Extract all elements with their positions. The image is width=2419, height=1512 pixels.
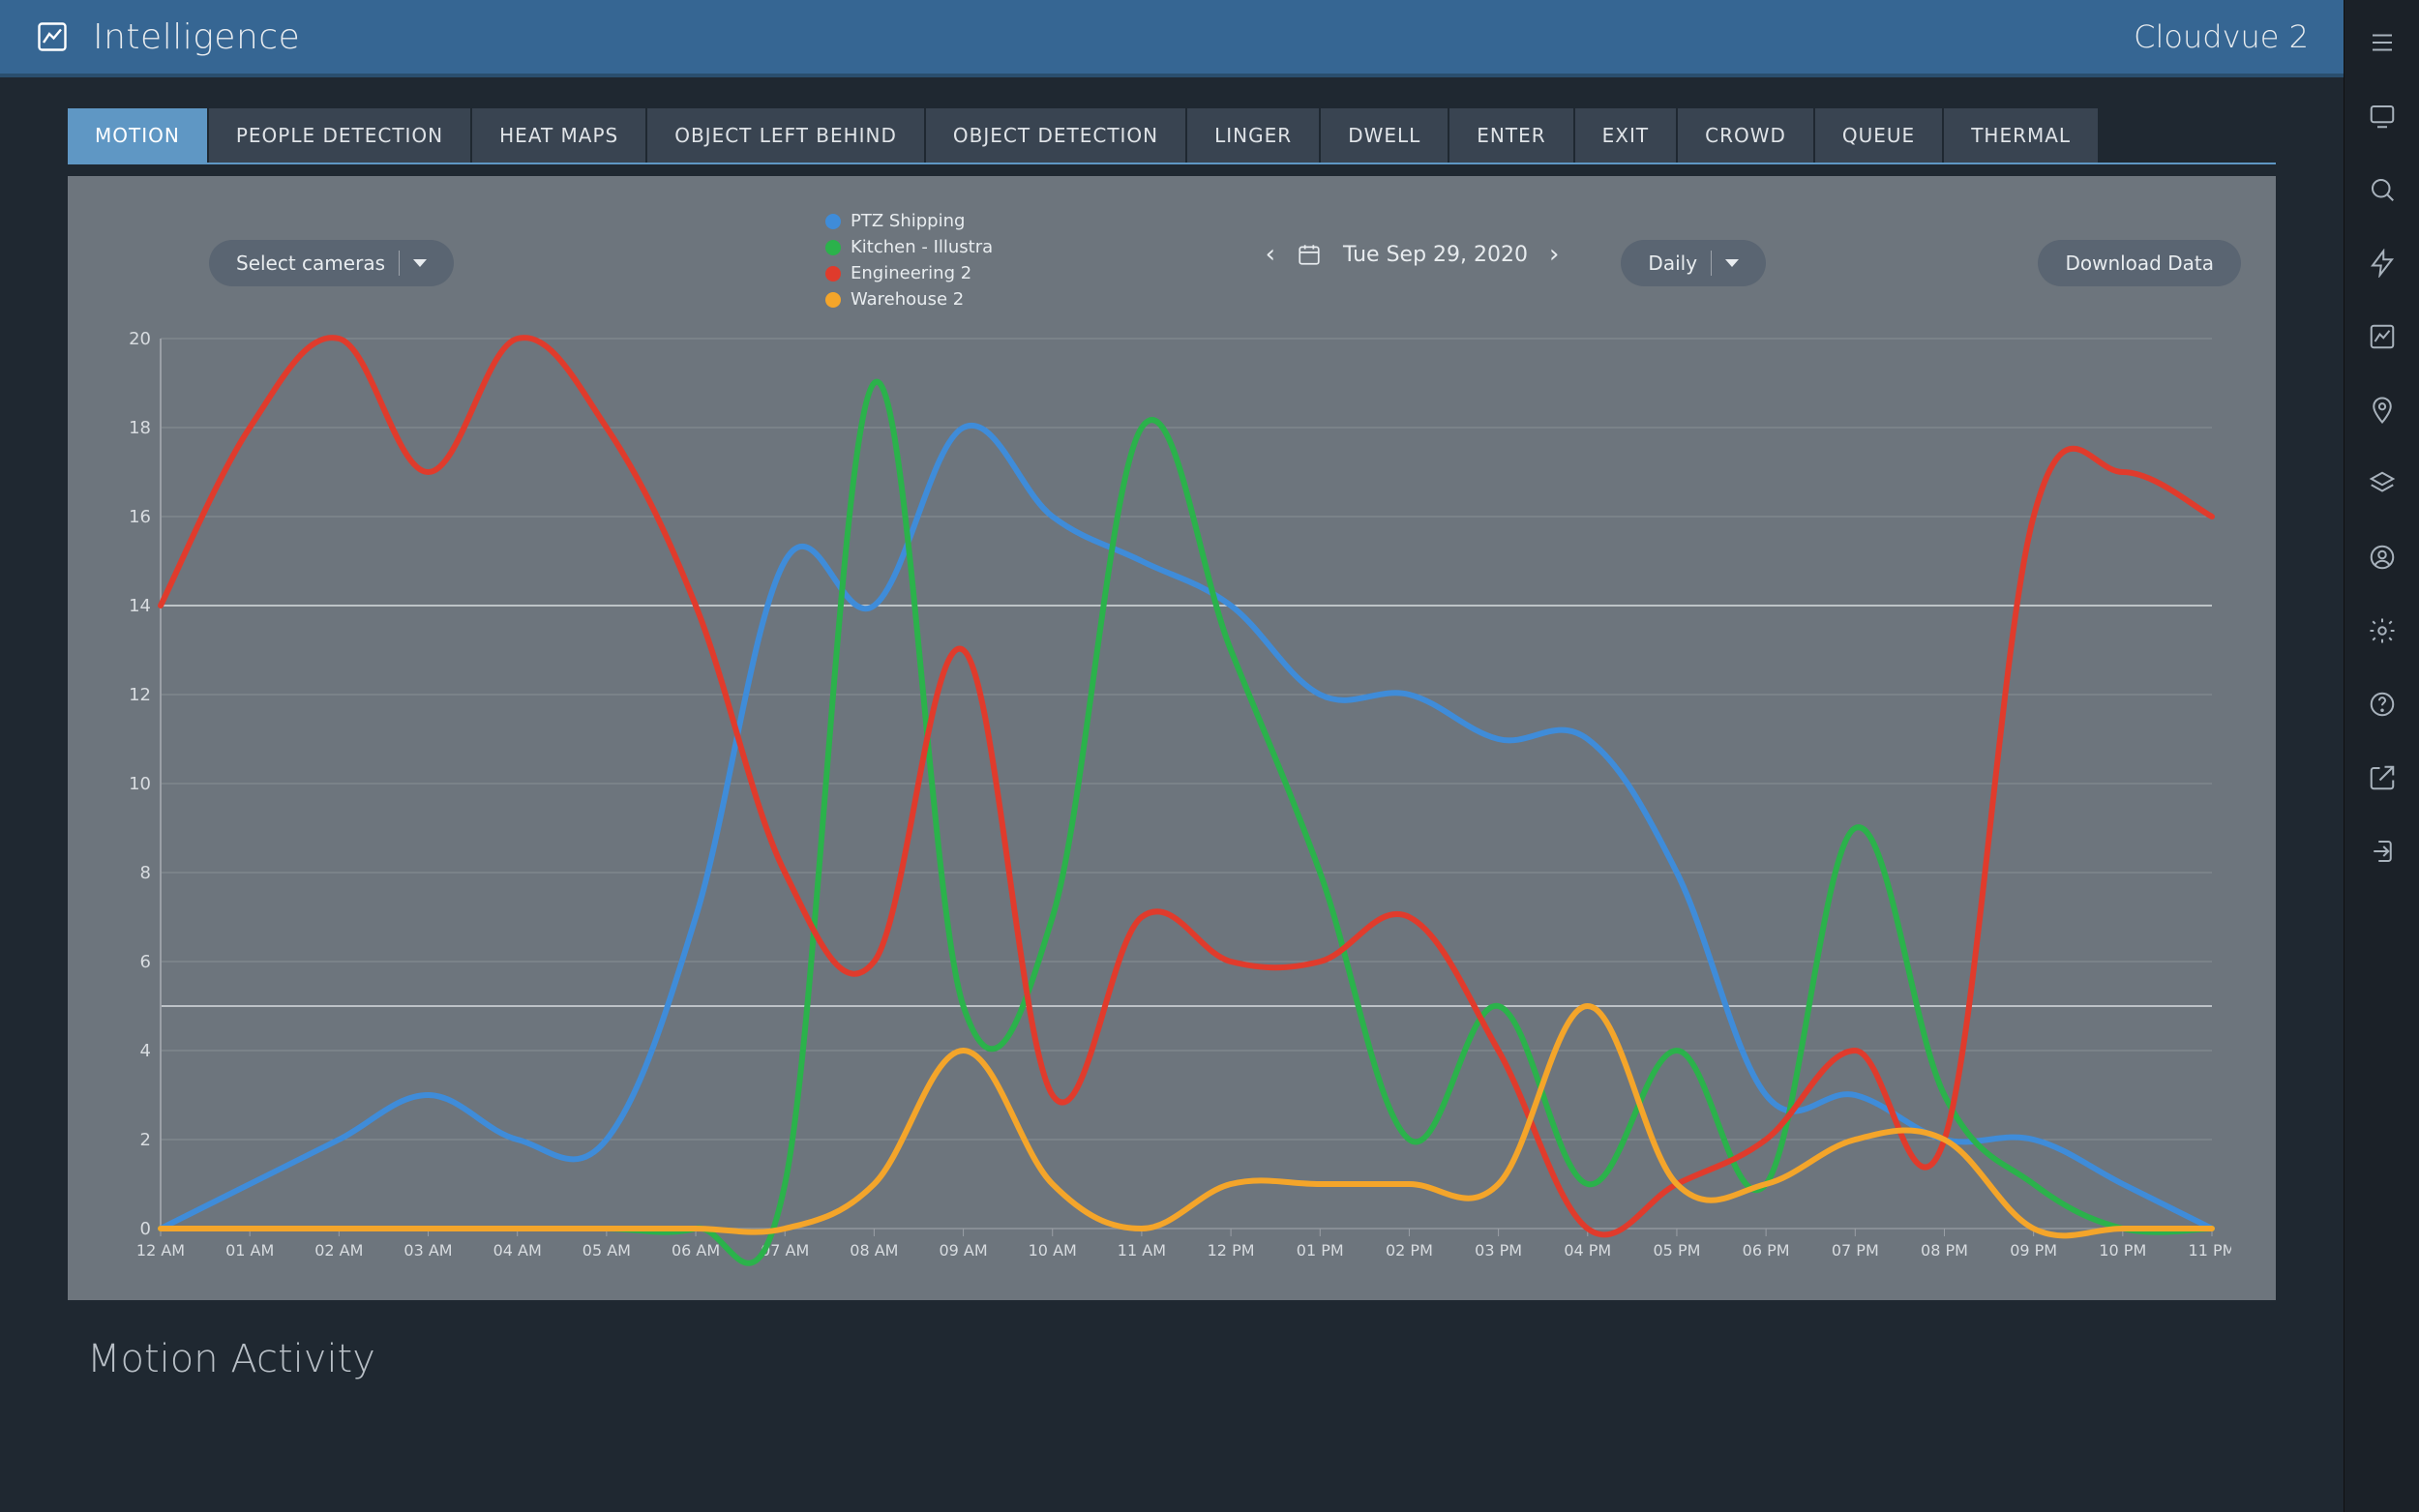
svg-text:12 PM: 12 PM (1208, 1241, 1255, 1260)
chart-panel: Select cameras PTZ Shipping Kitchen - Ill… (68, 176, 2276, 1300)
prev-date-button[interactable]: ‹ (1266, 240, 1275, 269)
range-button[interactable]: Daily (1621, 240, 1766, 286)
svg-text:09 PM: 09 PM (2010, 1241, 2057, 1260)
calendar-icon[interactable] (1297, 242, 1322, 267)
svg-text:16: 16 (129, 507, 151, 527)
svg-text:09 AM: 09 AM (939, 1241, 987, 1260)
tab-crowd[interactable]: CROWD (1678, 108, 1815, 163)
legend-item: Engineering 2 (825, 263, 993, 283)
download-data-label: Download Data (2065, 252, 2214, 275)
date-navigator: ‹ Tue Sep 29, 2020 › (1266, 240, 1560, 269)
svg-text:01 AM: 01 AM (225, 1241, 274, 1260)
tab-heat-maps[interactable]: HEAT MAPS (472, 108, 647, 163)
chart-icon[interactable] (2367, 321, 2398, 352)
svg-text:0: 0 (140, 1219, 151, 1239)
monitor-icon[interactable] (2367, 101, 2398, 132)
layers-icon[interactable] (2367, 468, 2398, 499)
brand-label: Cloudvue 2 (2134, 18, 2309, 55)
tab-thermal[interactable]: THERMAL (1944, 108, 2100, 163)
download-data-button[interactable]: Download Data (2038, 240, 2241, 286)
range-label: Daily (1648, 252, 1697, 275)
legend-swatch (825, 292, 841, 308)
tab-object-detection[interactable]: OBJECT DETECTION (926, 108, 1187, 163)
svg-text:10: 10 (129, 774, 151, 794)
legend-label: Warehouse 2 (851, 289, 964, 310)
tab-people-detection[interactable]: PEOPLE DETECTION (209, 108, 472, 163)
svg-text:12: 12 (129, 685, 151, 705)
svg-text:11 PM: 11 PM (2189, 1241, 2231, 1260)
svg-text:08 AM: 08 AM (850, 1241, 898, 1260)
search-icon[interactable] (2367, 174, 2398, 205)
tab-enter[interactable]: ENTER (1449, 108, 1574, 163)
legend-swatch (825, 214, 841, 229)
svg-text:03 PM: 03 PM (1475, 1241, 1522, 1260)
svg-text:8: 8 (140, 863, 151, 883)
svg-text:11 AM: 11 AM (1118, 1241, 1166, 1260)
tab-motion[interactable]: MOTION (68, 108, 209, 163)
lightning-icon[interactable] (2367, 248, 2398, 279)
intelligence-tabs: MOTIONPEOPLE DETECTIONHEAT MAPSOBJECT LE… (68, 108, 2276, 164)
next-date-button[interactable]: › (1549, 240, 1559, 269)
select-cameras-label: Select cameras (236, 252, 385, 275)
svg-text:02 PM: 02 PM (1386, 1241, 1433, 1260)
tab-object-left-behind[interactable]: OBJECT LEFT BEHIND (647, 108, 926, 163)
select-cameras-button[interactable]: Select cameras (209, 240, 454, 286)
date-label: Tue Sep 29, 2020 (1343, 243, 1528, 267)
legend-swatch (825, 266, 841, 282)
app-header: Intelligence Cloudvue 2 (0, 0, 2344, 77)
chevron-down-icon (1725, 259, 1739, 267)
tab-queue[interactable]: QUEUE (1815, 108, 1944, 163)
user-icon[interactable] (2367, 542, 2398, 573)
svg-text:05 AM: 05 AM (582, 1241, 631, 1260)
svg-text:02 AM: 02 AM (314, 1241, 363, 1260)
svg-text:14: 14 (129, 596, 151, 616)
svg-text:08 PM: 08 PM (1921, 1241, 1968, 1260)
svg-text:06 PM: 06 PM (1743, 1241, 1790, 1260)
location-icon[interactable] (2367, 395, 2398, 426)
svg-text:06 AM: 06 AM (672, 1241, 720, 1260)
svg-text:04 AM: 04 AM (493, 1241, 542, 1260)
svg-text:10 AM: 10 AM (1029, 1241, 1077, 1260)
export-icon[interactable] (2367, 762, 2398, 793)
legend-item: Warehouse 2 (825, 289, 993, 310)
svg-text:04 PM: 04 PM (1564, 1241, 1611, 1260)
motion-line-chart: 0 2 4 6 8 10 12 14 16 18 20 12 AM 01 AM 02 AM 03 AM 04 … (103, 329, 2231, 1277)
svg-text:12 AM: 12 AM (136, 1241, 185, 1260)
svg-text:4: 4 (140, 1041, 151, 1061)
legend-swatch (825, 240, 841, 255)
svg-text:10 PM: 10 PM (2099, 1241, 2146, 1260)
svg-text:01 PM: 01 PM (1297, 1241, 1344, 1260)
help-icon[interactable] (2367, 689, 2398, 720)
section-title: Motion Activity (0, 1300, 2344, 1381)
legend-label: Engineering 2 (851, 263, 971, 283)
intelligence-icon (35, 19, 70, 54)
chart-legend: PTZ Shipping Kitchen - Illustra Engineerin… (825, 211, 993, 310)
legend-item: PTZ Shipping (825, 211, 993, 231)
chevron-down-icon (413, 259, 427, 267)
svg-text:18: 18 (129, 418, 151, 438)
gear-icon[interactable] (2367, 615, 2398, 646)
svg-text:2: 2 (140, 1130, 151, 1150)
svg-text:6: 6 (140, 952, 151, 972)
legend-label: PTZ Shipping (851, 211, 965, 231)
logout-icon[interactable] (2367, 836, 2398, 867)
tab-linger[interactable]: LINGER (1187, 108, 1321, 163)
tab-exit[interactable]: EXIT (1575, 108, 1678, 163)
page-title: Intelligence (93, 17, 300, 57)
legend-item: Kitchen - Illustra (825, 237, 993, 257)
right-sidebar (2344, 0, 2419, 1512)
tab-dwell[interactable]: DWELL (1321, 108, 1449, 163)
menu-icon[interactable] (2367, 27, 2398, 58)
svg-text:03 AM: 03 AM (403, 1241, 452, 1260)
legend-label: Kitchen - Illustra (851, 237, 993, 257)
svg-text:07 PM: 07 PM (1832, 1241, 1879, 1260)
svg-text:20: 20 (129, 329, 151, 349)
svg-text:05 PM: 05 PM (1654, 1241, 1701, 1260)
